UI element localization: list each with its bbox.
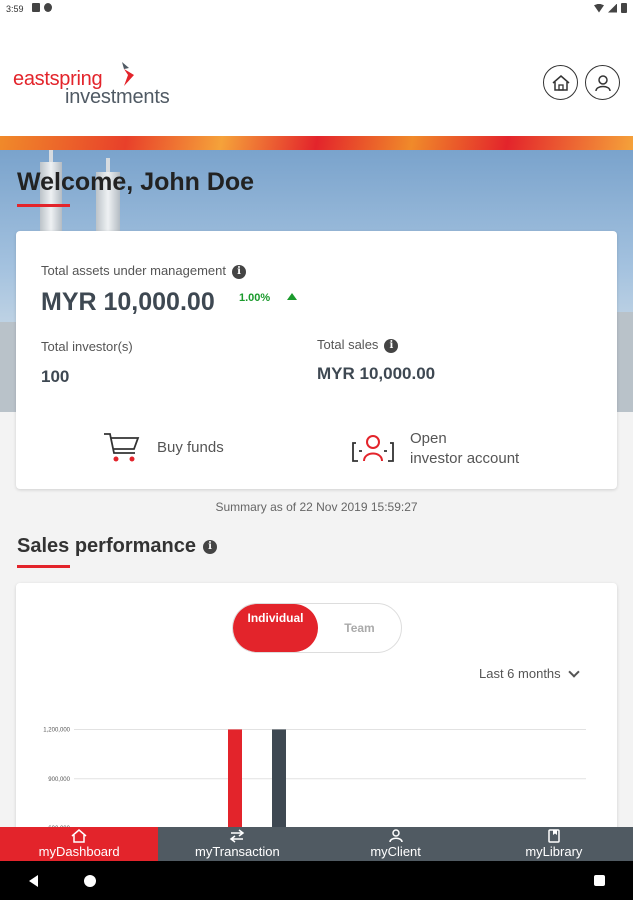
total-sales-label-row: Total sales i (317, 337, 399, 353)
tab-label: myDashboard (38, 844, 120, 859)
battery-icon (621, 3, 627, 13)
tab-label: myTransaction (194, 844, 280, 859)
buy-funds-label: Buy funds (157, 439, 224, 456)
total-sales-label: Total sales (317, 337, 379, 352)
header-ribbon (0, 136, 633, 150)
tab-mylibrary[interactable]: myLibrary (475, 827, 633, 861)
notification-icons (32, 3, 52, 12)
trend-up-icon (287, 293, 297, 300)
summary-card: Total assets under management i MYR 10,00… (16, 231, 617, 489)
status-bar: 3:59 (0, 0, 633, 18)
total-investors-value: 100 (41, 367, 70, 386)
toggle-individual[interactable]: Individual (233, 604, 318, 652)
summary-timestamp: Summary as of 22 Nov 2019 15:59:27 (215, 500, 418, 514)
sales-bar-chart: 1,200,000900,000600,000 (43, 727, 586, 833)
eastspring-logo[interactable]: eastspring investments (13, 62, 170, 109)
info-icon[interactable]: i (202, 539, 217, 554)
recents-icon[interactable] (594, 875, 605, 886)
shopping-cart-icon (104, 433, 140, 462)
total-assets-value: MYR 10,000.00 (41, 288, 215, 316)
bar-series-0[interactable] (228, 729, 242, 833)
tab-mytransaction[interactable]: myTransaction (158, 827, 316, 861)
sales-chart-card: Individual Team Last 6 months 1,200,000 9… (16, 583, 617, 833)
total-assets-label-row: Total assets under management i (41, 263, 246, 279)
home-icon (71, 829, 87, 843)
welcome-title: Welcome, John Doe (17, 168, 255, 196)
buy-funds-button[interactable]: Buy funds (103, 431, 224, 465)
y-tick-label: 900,000 (48, 777, 70, 783)
total-investors-label: Total investor(s) (41, 339, 133, 354)
info-icon[interactable]: i (384, 338, 399, 353)
logo-text-investments: investments (65, 86, 170, 108)
total-assets-change: 1.00% (239, 292, 271, 304)
home-button[interactable] (543, 65, 578, 100)
swap-arrows-icon (230, 829, 245, 843)
total-assets-label: Total assets under management (41, 263, 226, 278)
individual-team-toggle[interactable]: Individual Team (232, 603, 402, 653)
y-tick-label: 1,200,000 (43, 727, 70, 733)
tab-label: myLibrary (525, 844, 583, 859)
person-icon (388, 829, 403, 843)
period-label: Last 6 months (479, 666, 561, 681)
bar-series-1[interactable] (272, 729, 286, 833)
user-icon (594, 74, 611, 91)
open-account-label: Open investor account (410, 430, 520, 467)
tab-myclient[interactable]: myClient (317, 827, 475, 861)
home-icon (552, 74, 569, 91)
sales-underline (17, 565, 70, 568)
back-icon[interactable] (29, 875, 38, 887)
total-sales-value: MYR 10,000.00 (317, 364, 436, 383)
open-investor-account-button[interactable]: Open investor account (352, 429, 519, 469)
add-user-icon (352, 435, 394, 462)
notification-icon (32, 3, 40, 12)
period-dropdown[interactable]: Last 6 months (479, 665, 580, 681)
system-icons (594, 3, 627, 13)
sync-icon (44, 3, 52, 12)
profile-button[interactable] (585, 65, 620, 100)
toggle-team[interactable]: Team (318, 604, 401, 652)
logo-chevron-icon (122, 62, 134, 86)
book-icon (548, 829, 560, 843)
tab-mydashboard[interactable]: myDashboard (0, 827, 159, 861)
bottom-tab-bar: myDashboard myTransaction myClient myLib… (0, 827, 633, 861)
signal-icon (608, 3, 617, 13)
status-time: 3:59 (6, 4, 24, 14)
info-icon[interactable]: i (232, 264, 246, 279)
tab-label: myClient (370, 844, 421, 859)
chevron-down-icon (567, 665, 580, 678)
sales-performance-title: Sales performance i (17, 535, 217, 558)
nav-home-icon[interactable] (84, 875, 96, 887)
wifi-icon (594, 3, 604, 13)
app-header: eastspring investments (0, 18, 633, 136)
system-nav-bar (0, 861, 633, 900)
welcome-underline (17, 204, 70, 207)
